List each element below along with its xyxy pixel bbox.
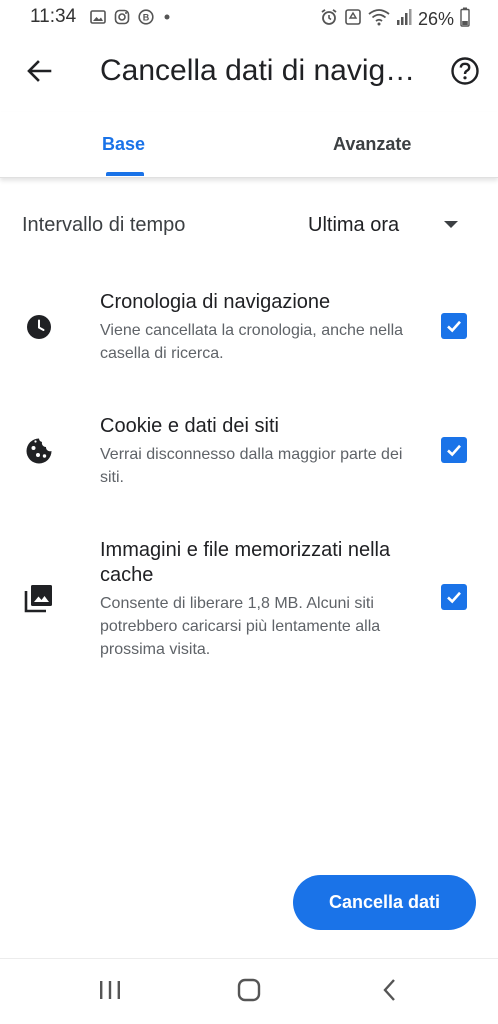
status-bar: 11:34 B 26% [0,0,498,36]
home-icon [236,977,262,1008]
toolbar: Cancella dati di navig… [0,40,498,106]
tab-indicator [106,172,144,176]
instagram-icon [114,9,130,30]
b-badge-icon: B [138,9,154,30]
dot-icon [162,9,172,30]
tab-advanced[interactable]: Avanzate [333,134,411,155]
dropdown-arrow-icon[interactable] [444,221,458,228]
option-title: Immagini e file memorizzati nella cache [100,539,391,586]
recents-button[interactable] [93,977,127,1007]
help-icon [450,56,480,91]
option-cookies[interactable]: Cookie e dati dei siti Verrai disconness… [0,414,498,504]
battery-icon [460,7,470,32]
checkbox-cached-images[interactable] [441,584,467,610]
nav-back-button[interactable] [372,977,406,1007]
status-time: 11:34 [30,6,77,27]
time-range-label: Intervallo di tempo [22,214,186,236]
images-icon [24,583,54,613]
option-description: Viene cancellata la cronologia, anche ne… [100,322,404,362]
time-range-row[interactable]: Intervallo di tempo Ultima ora [0,200,498,252]
arrow-back-icon [26,58,52,89]
tab-bar: Base Avanzate [0,112,498,178]
option-browsing-history[interactable]: Cronologia di navigazione Viene cancella… [0,290,498,380]
help-button[interactable] [446,54,484,92]
checkbox-browsing-history[interactable] [441,313,467,339]
home-button[interactable] [232,977,266,1007]
signal-icon [396,8,412,31]
option-title: Cronologia di navigazione [100,291,331,313]
back-icon [380,977,398,1008]
page-title: Cancella dati di navig… [100,54,416,87]
time-range-dropdown[interactable]: Ultima ora [308,214,399,237]
clock-icon [24,312,54,342]
cookie-icon [24,436,54,466]
recycle-icon [344,8,362,31]
system-nav-bar [0,958,498,1024]
battery-percent: 26% [417,9,454,29]
option-title: Cookie e dati dei siti [100,415,279,437]
svg-text:B: B [143,13,150,23]
tab-base[interactable]: Base [102,134,145,155]
alarm-icon [320,8,338,31]
image-icon [90,9,106,30]
wifi-icon [368,8,390,31]
option-description: Consente di liberare 1,8 MB. Alcuni siti… [100,595,381,658]
option-cached-images[interactable]: Immagini e file memorizzati nella cache … [0,538,498,663]
back-button[interactable] [20,54,58,92]
recents-icon [98,979,122,1006]
checkbox-cookies[interactable] [441,437,467,463]
clear-data-button[interactable]: Cancella dati [293,875,476,930]
option-description: Verrai disconnesso dalla maggior parte d… [100,446,403,486]
